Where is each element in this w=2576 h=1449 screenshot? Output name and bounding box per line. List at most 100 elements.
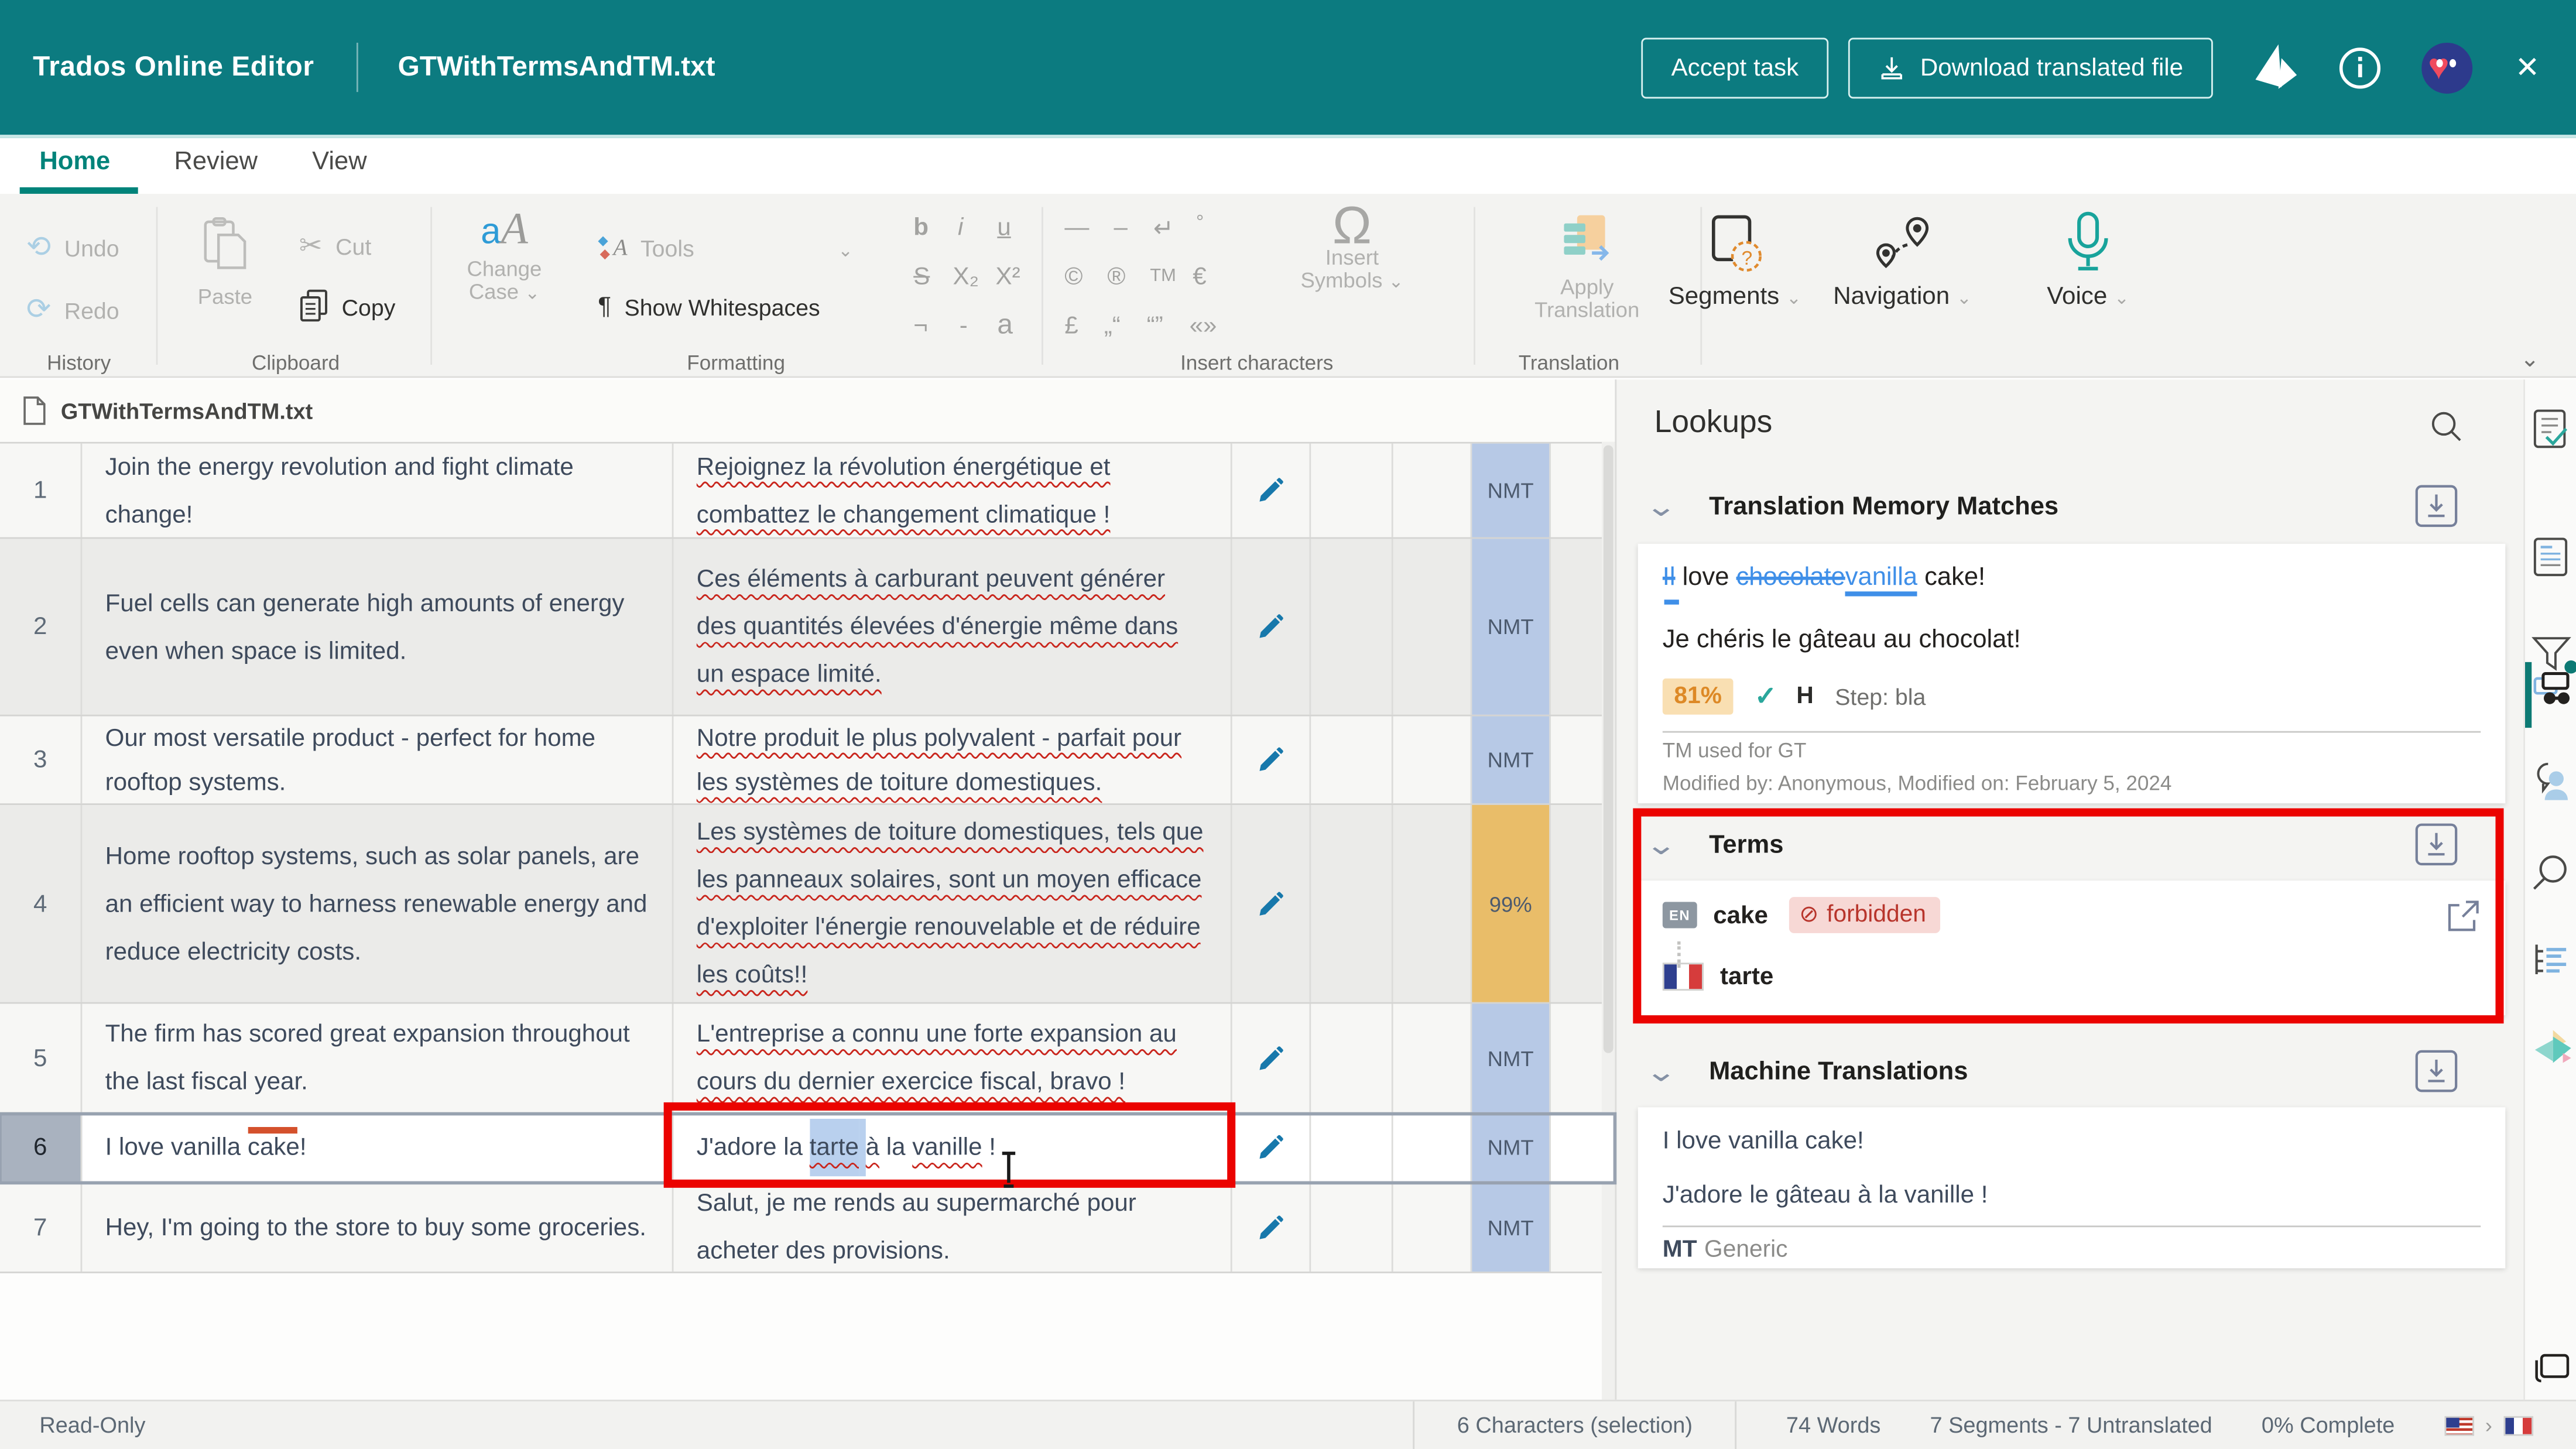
pound-button[interactable]: £ [1064, 312, 1078, 340]
curly-quotes-button[interactable]: “” [1147, 312, 1163, 340]
segment-target-active[interactable]: J'adore la tarte à la vanille ! [674, 1114, 1232, 1181]
segment-row-1[interactable]: 1 Join the energy revolution and fight c… [0, 444, 1615, 539]
segment-source[interactable]: Hey, I'm going to the store to buy some … [82, 1183, 673, 1272]
voice-dropdown[interactable]: Voice ⌄ [2034, 210, 2142, 310]
segment-source[interactable]: The firm has scored great expansion thro… [82, 1004, 673, 1112]
document-structure-icon[interactable] [2532, 941, 2571, 981]
degree-button[interactable]: ° [1196, 210, 1204, 233]
segment-row-7[interactable]: 7 Hey, I'm going to the store to buy som… [0, 1183, 1615, 1273]
tab-home[interactable]: Home [39, 148, 110, 178]
insert-symbols-button[interactable]: Ω Insert Symbols ⌄ [1292, 214, 1413, 294]
document-tab[interactable]: GTWithTermsAndTM.txt [0, 379, 1615, 442]
german-quotes-button[interactable]: „“ [1104, 312, 1121, 340]
segment-row-4[interactable]: 4 Home rooftop systems, such as solar pa… [0, 805, 1615, 1004]
segment-target[interactable]: Rejoignez la révolution énergétique et c… [674, 444, 1232, 537]
terms-apply-icon[interactable] [2415, 823, 2458, 866]
apply-translation-button[interactable]: Apply Translation [1512, 214, 1663, 322]
redo-button[interactable]: ⟳ Redo [26, 292, 119, 327]
segment-source[interactable]: Home rooftop systems, such as solar pane… [82, 805, 673, 1002]
tab-review[interactable]: Review [174, 148, 258, 178]
lookups-search-icon[interactable] [2428, 409, 2464, 446]
open-termbase-icon[interactable] [2446, 898, 2481, 933]
accept-task-button[interactable]: Accept task [1642, 37, 1828, 98]
comments-icon[interactable] [2532, 761, 2571, 801]
undo-button[interactable]: ⟲ Undo [26, 230, 119, 265]
segment-row-2[interactable]: 2 Fuel cells can generate high amounts o… [0, 539, 1615, 716]
euro-button[interactable]: € [1193, 263, 1206, 291]
tools-chevron-icon[interactable]: ⌄ [838, 240, 853, 261]
pencil-icon [1257, 613, 1285, 641]
lookups-binoculars-icon[interactable] [2533, 669, 2572, 708]
segment-edit-cell[interactable] [1232, 1004, 1311, 1112]
segments-dropdown[interactable]: ? Segments ⌄ [1656, 214, 1814, 311]
bold-button[interactable]: b [913, 214, 929, 242]
mt-section-header[interactable]: ⌄ Machine Translations [1649, 1056, 1968, 1089]
segment-target[interactable]: Les systèmes de toiture domestiques, tel… [674, 805, 1232, 1002]
pages-icon[interactable] [2532, 1349, 2571, 1385]
user-avatar[interactable]: ♥ [2421, 42, 2472, 93]
tm-name: TM used for GT [1663, 739, 2481, 762]
tm-section-header[interactable]: ⌄ Translation Memory Matches [1649, 491, 2058, 524]
subscript-button[interactable]: X₂ [953, 263, 979, 291]
status-cell [1311, 1114, 1393, 1181]
underline-button[interactable]: u [997, 214, 1010, 242]
segment-edit-cell[interactable] [1232, 539, 1311, 714]
tm-match-card[interactable]: Il love chocolatevanilla cake! Je chéris… [1638, 544, 2506, 803]
change-case-button[interactable]: aA Change Case ⌄ [447, 217, 561, 306]
cut-button[interactable]: ✂ Cut [299, 230, 372, 263]
segment-edit-cell[interactable] [1232, 716, 1311, 803]
guillemets-button[interactable]: «» [1190, 312, 1217, 340]
preview-document-icon[interactable] [2532, 537, 2571, 580]
hyphen-button[interactable]: - [960, 312, 968, 340]
collapse-ribbon-icon[interactable]: ⌄ [2520, 345, 2540, 373]
em-dash-button[interactable]: — [1064, 214, 1089, 242]
superscript-button[interactable]: X² [996, 263, 1020, 291]
lowercase-button[interactable]: a [997, 309, 1013, 342]
italic-button[interactable]: i [958, 214, 963, 242]
optional-hyphen-button[interactable]: ¬ [913, 312, 928, 340]
trademark-button[interactable]: TM [1150, 266, 1176, 286]
segment-edit-cell[interactable] [1232, 805, 1311, 1002]
pin-icon[interactable] [2252, 43, 2298, 92]
tm-apply-icon[interactable] [2415, 485, 2458, 527]
strikethrough-button[interactable]: S [913, 263, 930, 291]
info-icon[interactable] [2338, 45, 2382, 90]
copyright-button[interactable]: © [1064, 263, 1083, 291]
search-tool-icon[interactable] [2532, 852, 2571, 892]
registered-button[interactable]: ® [1107, 263, 1125, 291]
copy-button[interactable]: Copy [299, 289, 396, 324]
segment-target[interactable]: Notre produit le plus polyvalent - parfa… [674, 716, 1232, 803]
en-dash-button[interactable]: – [1114, 214, 1128, 242]
terms-card[interactable]: EN cake ⊘forbidden tarte [1638, 881, 2506, 1015]
segment-number: 1 [0, 444, 82, 537]
paste-button[interactable]: Paste [174, 217, 276, 309]
redo-icon: ⟳ [26, 292, 51, 327]
line-break-button[interactable]: ↵ [1153, 214, 1174, 244]
navigation-dropdown[interactable]: Navigation ⌄ [1820, 214, 1985, 311]
segment-source[interactable]: Fuel cells can generate high amounts of … [82, 539, 673, 714]
segment-row-6-selected[interactable]: 6 I love vanilla cake! J'adore la tarte … [0, 1114, 1615, 1183]
segment-source[interactable]: Join the energy revolution and fight cli… [82, 444, 673, 537]
close-icon[interactable]: ✕ [2515, 50, 2540, 85]
segment-source[interactable]: Our most versatile product - perfect for… [82, 716, 673, 803]
segment-target[interactable]: Ces éléments à carburant peuvent générer… [674, 539, 1232, 714]
segment-source[interactable]: I love vanilla cake! [82, 1114, 673, 1181]
review-document-icon[interactable] [2532, 409, 2571, 452]
segment-target[interactable]: L'entreprise a connu une forte expansion… [674, 1004, 1232, 1112]
mt-card[interactable]: I love vanilla cake! J'adore le gâteau à… [1638, 1107, 2506, 1268]
segment-edit-cell[interactable] [1232, 1183, 1311, 1272]
tools-button[interactable]: ◆◆A Tools [598, 233, 694, 263]
segment-row-5[interactable]: 5 The firm has scored great expansion th… [0, 1004, 1615, 1114]
segment-row-3[interactable]: 3 Our most versatile product - perfect f… [0, 716, 1615, 805]
mt-apply-icon[interactable] [2415, 1050, 2458, 1092]
show-whitespaces-button[interactable]: ¶ Show Whitespaces [598, 292, 820, 320]
terms-section-header[interactable]: ⌄ Terms [1649, 830, 1783, 862]
document-tab-label: GTWithTermsAndTM.txt [61, 398, 313, 423]
segment-target[interactable]: Salut, je me rends au supermarché pour a… [674, 1183, 1232, 1272]
tab-view[interactable]: View [312, 148, 367, 178]
document-scrollbar[interactable] [1602, 442, 1615, 1400]
download-translated-file-button[interactable]: Download translated file [1848, 37, 2212, 98]
segment-edit-cell[interactable] [1232, 444, 1311, 537]
completion-percentage: 0% Complete [2262, 1413, 2395, 1437]
segment-edit-cell[interactable] [1232, 1114, 1311, 1181]
